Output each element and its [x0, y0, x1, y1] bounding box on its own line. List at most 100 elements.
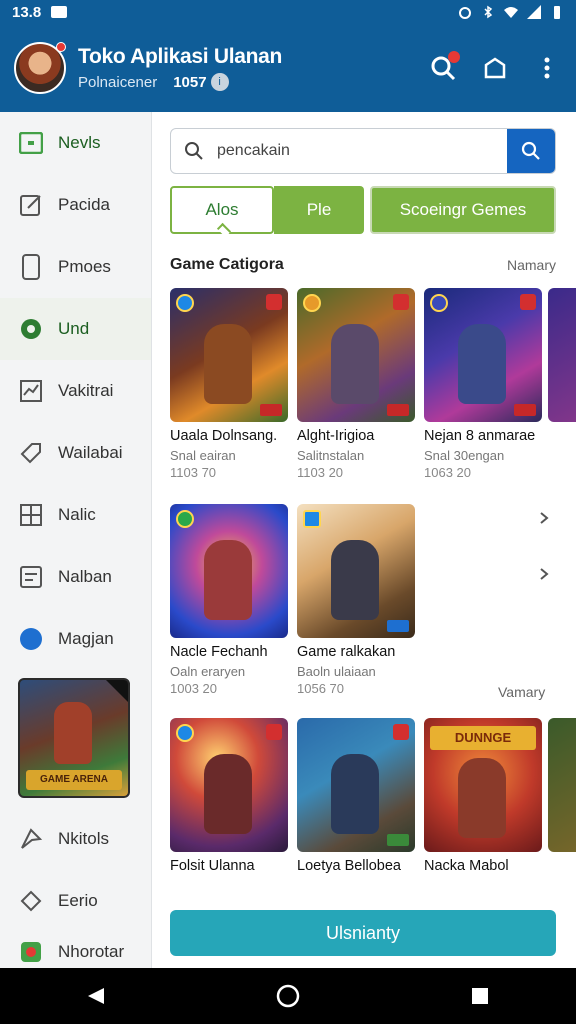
home-button[interactable] [268, 976, 308, 1016]
game-name: Folsit Ulanna [170, 858, 255, 874]
game-thumbnail [297, 718, 415, 852]
sidebar-item-label: Pacida [58, 195, 110, 214]
game-card[interactable]: Folsit Ulanna [170, 718, 288, 874]
chart-icon [18, 378, 44, 404]
sidebar-item-eerio[interactable]: Eerio [0, 870, 151, 932]
game-card[interactable]: Nejan 8 anmarae Snal 30engan 1063 20 [424, 288, 542, 480]
game-card[interactable]: Loetya Bellobea [297, 718, 415, 874]
sidebar-item-nevls[interactable]: Nevls [0, 112, 151, 174]
game-card[interactable]: Nacle Fechanh Oaln eraryen 1003 20 [170, 504, 288, 696]
sidebar-item-label: Pmoes [58, 257, 111, 276]
recents-button[interactable] [460, 976, 500, 1016]
status-bar: 13.8 [0, 0, 576, 24]
sidebar-item-label: Wailabai [58, 443, 123, 462]
tab-alos[interactable]: Alos [170, 186, 274, 234]
home-icon [276, 984, 300, 1008]
game-name: Nacle Fechanh [170, 644, 268, 660]
tab-scoeingr-gemes[interactable]: Scoeingr Gemes [370, 186, 556, 234]
search-submit-button[interactable] [507, 129, 555, 173]
tag-icon [18, 440, 44, 466]
sidebar-item-nalic[interactable]: Nalic [0, 484, 151, 546]
game-logo-icon [430, 294, 448, 312]
sidebar-item-magjan[interactable]: Magjan [0, 608, 151, 670]
more-menu-button[interactable] [532, 53, 562, 83]
sidebar-item-label: Nevls [58, 133, 101, 152]
game-logo-icon [176, 724, 194, 742]
featured-banner-title: GAME ARENA [26, 770, 122, 790]
sidebar-item-label: Nalban [58, 567, 112, 586]
list-icon [18, 564, 44, 590]
see-more-link[interactable]: Namary [507, 257, 556, 273]
featured-game-banner[interactable]: GAME ARENA [18, 678, 130, 798]
game-card[interactable]: DUNNGE Nacka Mabol [424, 718, 542, 874]
search-input[interactable] [217, 142, 507, 160]
primary-action-button[interactable]: Ulsnianty [170, 910, 556, 956]
see-more-link[interactable]: Vamary [498, 684, 545, 700]
sidebar-item-pmoes[interactable]: Pmoes [0, 236, 151, 298]
edit-icon [18, 192, 44, 218]
chevron-right-icon[interactable] [534, 564, 554, 584]
game-character-image [331, 540, 379, 620]
rating-badge [266, 724, 282, 740]
game-thumbnail [170, 504, 288, 638]
game-card[interactable]: Uaala Dolnsang. Snal eairan 1103 70 [170, 288, 288, 480]
game-character-image [204, 754, 252, 834]
tag-icon [387, 834, 409, 846]
sidebar-item-label: Magjan [58, 629, 114, 648]
game-thumbnail [170, 718, 288, 852]
gear-icon [18, 316, 44, 342]
game-name: Nejan 8 anmarae [424, 428, 536, 444]
avatar[interactable] [14, 42, 66, 94]
game-card[interactable]: Game ralkakan Baoln ulaiaan 1056 70 [297, 504, 415, 696]
game-logo-icon [303, 294, 321, 312]
sidebar-item-label: Und [58, 319, 90, 338]
sidebar: Nevls Pacida Pmoes Und Vakitrai Wailabai… [0, 112, 152, 968]
chevron-right-icon[interactable] [534, 508, 554, 528]
sidebar-item-label: Nhorotar [58, 942, 125, 961]
tag-icon [387, 620, 409, 632]
square-icon [18, 130, 44, 156]
sidebar-item-nhorotar[interactable]: Nhorotar [0, 932, 151, 968]
game-logo-icon [303, 510, 321, 528]
game-name: Game ralkakan [297, 644, 396, 660]
game-character-image [458, 324, 506, 404]
game-thumbnail: DUNNGE [424, 718, 542, 852]
app-title: Toko Aplikasi Ulanan [78, 45, 283, 68]
sidebar-item-nalban[interactable]: Nalban [0, 546, 151, 608]
search-button[interactable] [428, 51, 460, 83]
game-meta: Oaln eraryen [170, 664, 246, 679]
game-card[interactable]: Alght-Irigioa Salitnstalan 1103 20 [297, 288, 415, 480]
sidebar-item-vakitrai[interactable]: Vakitrai [0, 360, 151, 422]
category-tabs: Alos Ple Scoeingr Gemes [170, 186, 556, 234]
game-count: 1103 70 [170, 465, 217, 480]
rating-badge [266, 294, 282, 310]
corner-ribbon [106, 680, 128, 702]
search-bar [170, 128, 556, 174]
section-title: Game Catigora [170, 256, 284, 273]
game-thumbnail [548, 718, 576, 852]
game-card-partial[interactable] [548, 718, 576, 852]
search-icon [171, 141, 217, 161]
game-name: Uaala Dolnsang. [170, 428, 278, 444]
more-vertical-icon [544, 57, 550, 79]
back-button[interactable] [76, 976, 116, 1016]
tab-ple[interactable]: Ple [274, 186, 364, 234]
sidebar-item-label: Nkitols [58, 829, 110, 848]
sidebar-item-und[interactable]: Und [0, 298, 151, 360]
info-icon: i [210, 73, 229, 91]
signal-icon [527, 5, 541, 19]
game-character-image [204, 540, 252, 620]
sidebar-item-wailabai[interactable]: Wailabai [0, 422, 151, 484]
alarm-icon [459, 7, 471, 19]
game-meta: Baoln ulaiaan [297, 664, 376, 679]
game-thumbnail [170, 288, 288, 422]
game-name: Alght-Irigioa [297, 428, 375, 444]
game-card-partial[interactable] [548, 288, 576, 422]
sidebar-item-pacida[interactable]: Pacida [0, 174, 151, 236]
game-title-banner: DUNNGE [430, 726, 536, 750]
game-meta: Snal eairan [170, 448, 236, 463]
sidebar-item-nkitols[interactable]: Nkitols [0, 808, 151, 870]
search-icon [521, 141, 540, 160]
game-character-image [331, 324, 379, 404]
store-button[interactable] [480, 53, 510, 83]
